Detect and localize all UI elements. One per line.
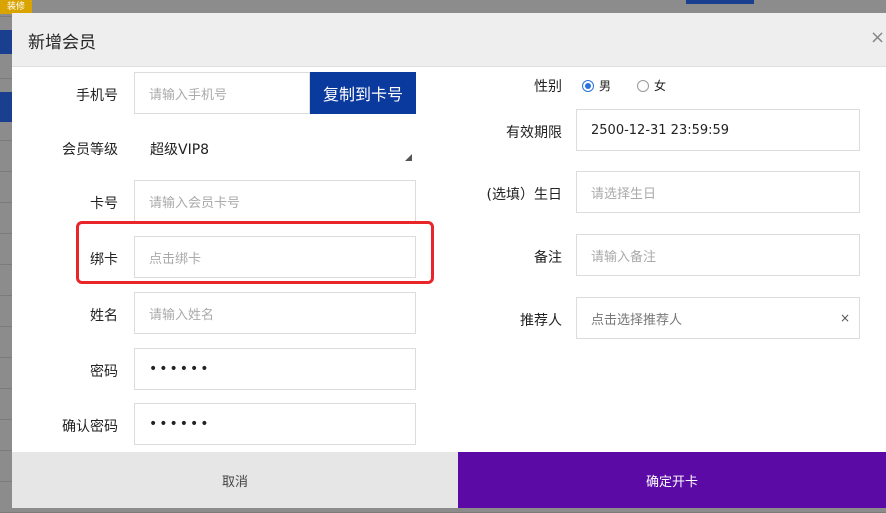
phone-label: 手机号 [76, 88, 118, 104]
dialog-title: 新增会员 [28, 33, 96, 53]
clear-icon[interactable]: × [840, 311, 850, 325]
cancel-button[interactable]: 取消 [12, 452, 458, 508]
card-number-label: 卡号 [90, 196, 118, 212]
background-top-button [686, 0, 754, 4]
remark-input[interactable]: 请输入备注 [576, 234, 860, 276]
copy-to-card-button[interactable]: 复制到卡号 [310, 72, 416, 114]
bind-card-label: 绑卡 [90, 252, 118, 268]
password-label: 密码 [90, 364, 118, 380]
dropdown-arrow-icon [405, 154, 412, 161]
birthday-label: (选填）生日 [486, 187, 562, 203]
dialog-header: 新增会员 × [12, 13, 886, 67]
background-nav-block [0, 92, 12, 122]
password-input[interactable]: •••••• [134, 348, 416, 390]
gender-radio-male[interactable]: 男 [582, 77, 611, 94]
gender-label: 性别 [534, 79, 562, 95]
background-nav-block [0, 30, 12, 54]
gender-option-label: 男 [599, 79, 612, 93]
confirm-password-label: 确认密码 [62, 419, 118, 435]
expiry-label: 有效期限 [506, 125, 562, 141]
referrer-placeholder: 点击选择推荐人 [591, 312, 683, 328]
member-level-label: 会员等级 [62, 142, 118, 158]
background-badge: 装修 [0, 0, 32, 14]
gender-option-label: 女 [654, 79, 667, 93]
name-label: 姓名 [90, 308, 118, 324]
close-icon[interactable]: × [870, 27, 885, 48]
add-member-dialog: 新增会员 × 手机号 请输入手机号 复制到卡号 会员等级 超级VIP8 卡号 请… [12, 13, 886, 508]
confirm-open-card-button[interactable]: 确定开卡 [458, 452, 886, 508]
radio-checked-icon [582, 79, 594, 92]
expiry-input[interactable]: 2500-12-31 23:59:59 [576, 109, 860, 151]
referrer-input[interactable]: 点击选择推荐人 × [576, 297, 860, 339]
phone-input[interactable]: 请输入手机号 [134, 72, 310, 114]
confirm-password-input[interactable]: •••••• [134, 403, 416, 445]
remark-label: 备注 [534, 250, 562, 266]
member-level-select[interactable]: 超级VIP8 [134, 131, 416, 167]
birthday-input[interactable]: 请选择生日 [576, 171, 860, 213]
card-number-input[interactable]: 请输入会员卡号 [134, 180, 416, 222]
referrer-label: 推荐人 [520, 313, 562, 329]
radio-unchecked-icon [637, 79, 649, 92]
name-input[interactable]: 请输入姓名 [134, 292, 416, 334]
bind-card-input[interactable]: 点击绑卡 [134, 236, 416, 278]
gender-radio-female[interactable]: 女 [637, 77, 666, 94]
